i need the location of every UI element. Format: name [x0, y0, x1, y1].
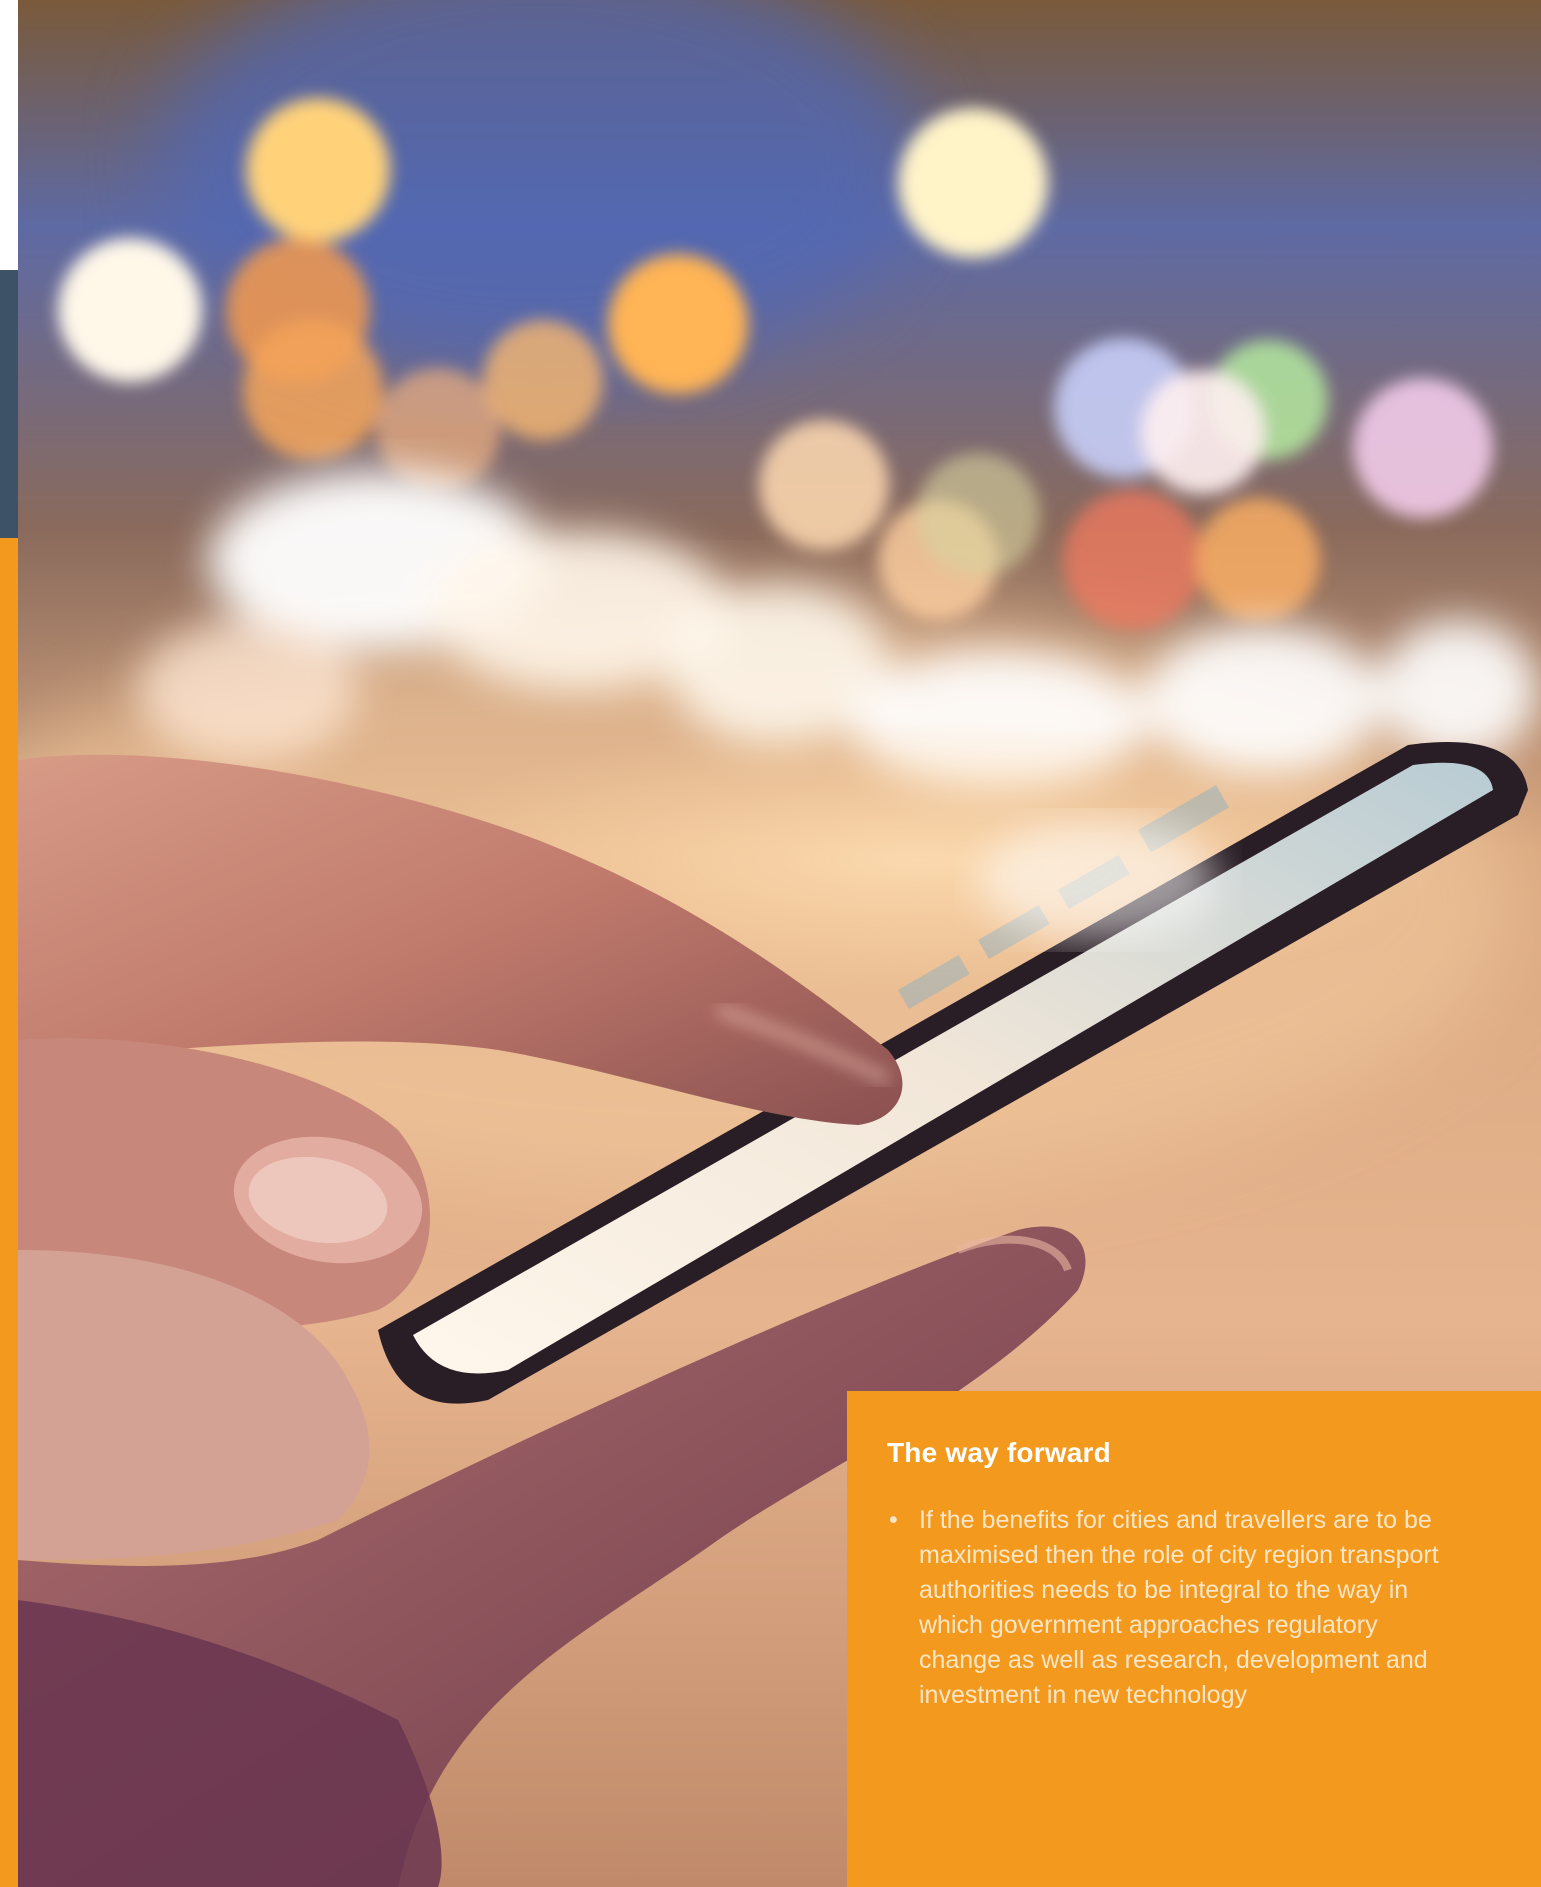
left-edge-orange-strip	[0, 538, 18, 1887]
bullet-icon: •	[889, 1506, 898, 1534]
left-edge-white-strip	[0, 0, 18, 270]
callout-title: The way forward	[887, 1437, 1111, 1468]
left-edge-slate-strip	[0, 270, 18, 538]
callout-bullet-list: • If the benefits for cities and travell…	[887, 1503, 1501, 1713]
callout-bullet-item: • If the benefits for cities and travell…	[887, 1503, 1459, 1713]
way-forward-callout: The way forward • If the benefits for ci…	[847, 1391, 1541, 1887]
page: The way forward • If the benefits for ci…	[0, 0, 1541, 1887]
callout-bullet-text: If the benefits for cities and traveller…	[919, 1506, 1439, 1709]
